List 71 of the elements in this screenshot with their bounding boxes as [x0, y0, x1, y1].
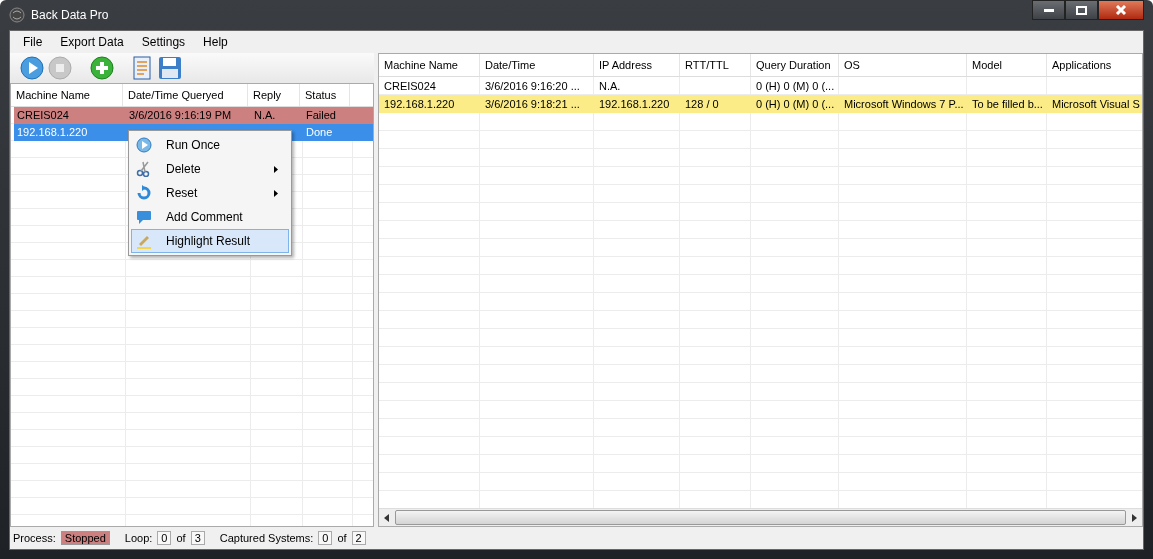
close-button[interactable]: [1098, 0, 1144, 20]
column-header[interactable]: OS: [839, 54, 967, 76]
table-cell: 3/6/2016 9:18:21 ...: [485, 98, 580, 110]
minimize-button[interactable]: [1032, 0, 1065, 20]
column-header[interactable]: RTT/TTL: [680, 54, 751, 76]
play-icon: [136, 137, 152, 153]
column-header[interactable]: Status: [300, 84, 350, 106]
table-cell: 3/6/2016 9:16:19 PM: [129, 109, 232, 121]
context-menu-item[interactable]: Highlight Result: [131, 229, 289, 253]
table-row[interactable]: 192.168.1.220 3/6/2016 9:18:21 ... 192.168.1.220 128 / 0 0 (H) 0 (M) 0 (... Microsoft Windows 7 P... To be filled b... Microsoft Visual S: [379, 95, 1142, 113]
table-cell: Failed: [306, 109, 336, 121]
menu-item[interactable]: File: [14, 35, 52, 49]
loop-count: 0: [157, 531, 172, 545]
save-icon[interactable]: [158, 56, 182, 80]
table-row[interactable]: CREIS024 3/6/2016 9:16:20 ... N.A. 0 (H) 0 (M) 0 (...: [379, 77, 1142, 95]
window-title: Back Data Pro: [31, 8, 109, 22]
status-label: of: [337, 532, 347, 544]
table-cell: CREIS024: [17, 109, 69, 121]
menu-item[interactable]: Export Data: [51, 35, 133, 49]
table-cell: Microsoft Windows 7 P...: [844, 98, 964, 110]
table-cell: N.A.: [599, 80, 621, 92]
captured-total: 2: [351, 531, 366, 545]
column-header[interactable]: Machine Name: [11, 84, 123, 106]
table-cell: 0 (H) 0 (M) 0 (...: [756, 98, 835, 110]
table-cell: 192.168.1.220: [17, 126, 88, 138]
reset-icon: [136, 185, 152, 201]
context-menu-item[interactable]: Delete: [131, 157, 289, 181]
menu-item[interactable]: Help: [194, 35, 237, 49]
table-cell: 192.168.1.220: [599, 98, 670, 110]
app-logo-icon: [9, 7, 25, 23]
pencil-icon: [136, 233, 152, 249]
loop-total: 3: [190, 531, 205, 545]
add-icon[interactable]: [90, 56, 114, 80]
table-cell: To be filled b...: [972, 98, 1043, 110]
status-label: of: [176, 532, 186, 544]
scrollbar-thumb[interactable]: [395, 510, 1126, 525]
scissors-icon: [136, 161, 152, 177]
context-menu-item[interactable]: Run Once: [131, 133, 289, 157]
table-cell: CREIS024: [384, 80, 436, 92]
column-header[interactable]: IP Address: [594, 54, 680, 76]
table-cell: N.A.: [254, 109, 276, 121]
minimize-icon: [1043, 8, 1054, 12]
status-label: Process:: [13, 532, 56, 544]
table-cell: 192.168.1.220: [384, 98, 455, 110]
comment-icon: [136, 209, 152, 225]
status-label: Loop:: [124, 532, 153, 544]
document-icon[interactable]: [132, 56, 154, 80]
table-cell: Microsoft Visual S: [1052, 98, 1140, 110]
column-header[interactable]: Reply: [248, 84, 300, 106]
column-header[interactable]: Machine Name: [379, 54, 480, 76]
table-cell: Done: [306, 126, 333, 138]
column-header[interactable]: Query Duration: [751, 54, 839, 76]
maximize-button[interactable]: [1065, 0, 1098, 20]
table-cell: 3/6/2016 9:16:20 ...: [485, 80, 580, 92]
context-menu-item[interactable]: Reset: [131, 181, 289, 205]
close-icon: [1115, 5, 1127, 15]
column-header[interactable]: Date/Time: [480, 54, 594, 76]
context-menu-item[interactable]: Add Comment: [131, 205, 289, 229]
process-status: Stopped: [60, 531, 110, 545]
column-header[interactable]: Applications: [1047, 54, 1142, 76]
play-icon[interactable]: [20, 56, 44, 80]
table-cell: 0 (H) 0 (M) 0 (...: [756, 80, 835, 92]
status-label: Captured Systems:: [219, 532, 314, 544]
menu-item[interactable]: Settings: [132, 35, 195, 49]
column-header[interactable]: Date/Time Queryed: [123, 84, 248, 106]
table-row[interactable]: CREIS024 3/6/2016 9:16:19 PM N.A. Failed: [14, 107, 373, 124]
maximize-icon: [1076, 5, 1087, 15]
table-cell: 128 / 0: [685, 98, 719, 110]
captured-count: 0: [318, 531, 333, 545]
horizontal-scrollbar[interactable]: [379, 508, 1142, 526]
column-header[interactable]: Model: [967, 54, 1047, 76]
